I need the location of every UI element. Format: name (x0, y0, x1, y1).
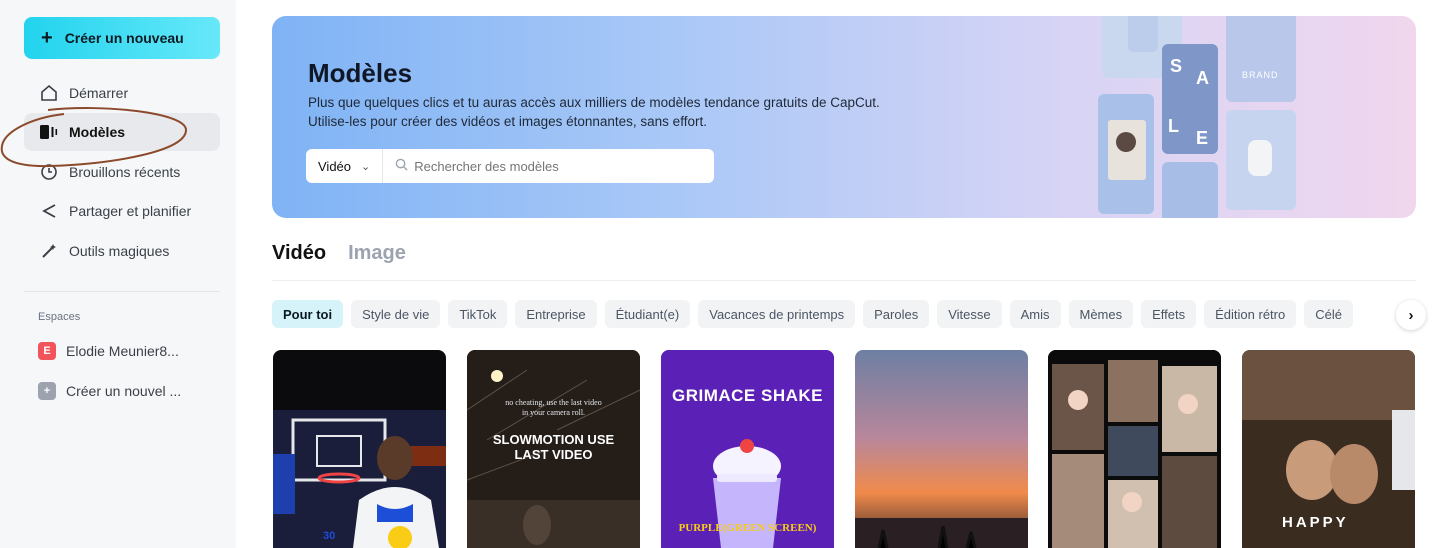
chevron-down-icon: ⌄ (361, 160, 371, 173)
sunset-beach-image (855, 350, 1028, 548)
template-thumbnail-collage[interactable] (1048, 350, 1221, 548)
sidebar-item-share-schedule[interactable]: Partager et planifier (24, 192, 220, 230)
thumbnail-small-caption: no cheating, use the last video in your … (505, 398, 602, 417)
sidebar-item-templates[interactable]: Modèles (24, 113, 220, 151)
home-icon (39, 83, 59, 103)
search-bar: Vidéo ⌄ (306, 149, 714, 183)
space-label: Créer un nouvel ... (66, 383, 182, 399)
template-thumbnail-basketball[interactable]: 30 (273, 350, 446, 548)
thumbnail-bottom-caption: PURPLE(GREEN SCREEN) (678, 522, 817, 534)
deco-card (1098, 94, 1154, 214)
basketball-player-image (273, 410, 446, 548)
template-thumbnail-sunset[interactable] (855, 350, 1028, 548)
chip-tiktok[interactable]: TikTok (448, 300, 508, 328)
sidebar-divider (24, 291, 220, 292)
deco-letter: E (1196, 128, 1209, 148)
grimace-shake-image (661, 350, 834, 548)
sidebar-item-label: Outils magiques (69, 243, 170, 259)
page-title: Modèles (308, 58, 413, 88)
space-item-elodie[interactable]: E Elodie Meunier8... (38, 340, 179, 362)
deco-card (1226, 110, 1296, 210)
hero-banner: Modèles Plus que quelques clics et tu au… (272, 16, 1416, 218)
templates-icon (39, 122, 59, 142)
sidebar-item-label: Modèles (69, 124, 126, 140)
chip-entreprise[interactable]: Entreprise (515, 300, 597, 328)
deco-card (1162, 162, 1218, 218)
share-icon (39, 201, 59, 221)
hero-subtitle: Plus que quelques clics et tu auras accè… (308, 93, 1068, 131)
create-new-label: Créer un nouveau (64, 30, 184, 46)
sidebar: + Créer un nouveau Démarrer Modèles Brou… (0, 0, 236, 548)
chip-style-de-vie[interactable]: Style de vie (351, 300, 441, 328)
deco-card-sale: S A L E (1162, 44, 1218, 154)
space-item-create-new[interactable]: + Créer un nouvel ... (38, 380, 181, 402)
thumbnail-caption: GRIMACE SHAKE (671, 386, 823, 405)
plus-icon: + (41, 27, 53, 49)
magic-wand-icon (39, 241, 59, 261)
category-chips: Pour toi Style de vie TikTok Entreprise … (272, 300, 1392, 330)
template-thumbnail-slowmotion[interactable]: no cheating, use the last video in your … (467, 350, 640, 548)
clock-icon (39, 162, 59, 182)
search-type-value: Vidéo (318, 158, 352, 174)
chip-effets[interactable]: Effets (1141, 300, 1197, 328)
template-thumbnail-grimace[interactable]: GRIMACE SHAKE PURPLE(GREEN SCREEN) (661, 350, 834, 548)
thumbnail-caption: HAPPY (1282, 514, 1349, 531)
media-tabs: Vidéo Image (272, 242, 406, 265)
chip-amis[interactable]: Amis (1009, 300, 1061, 328)
sidebar-item-magic-tools[interactable]: Outils magiques (24, 232, 220, 270)
deco-card (1128, 16, 1158, 52)
sidebar-item-label: Démarrer (69, 85, 129, 101)
search-type-dropdown[interactable]: Vidéo ⌄ (306, 149, 384, 183)
photo-collage-image (1048, 350, 1221, 548)
search-icon (395, 158, 408, 174)
sidebar-item-start[interactable]: Démarrer (24, 74, 220, 112)
deco-letter: S (1170, 56, 1183, 76)
space-avatar: E (38, 342, 56, 360)
tabs-divider (272, 280, 1416, 281)
sidebar-item-recent-drafts[interactable]: Brouillons récents (24, 153, 220, 191)
sidebar-item-label: Brouillons récents (69, 164, 181, 180)
chip-etudiant[interactable]: Étudiant(e) (604, 300, 691, 328)
chip-edition-retro[interactable]: Édition rétro (1204, 300, 1297, 328)
deco-letter: A (1196, 68, 1209, 88)
tab-video[interactable]: Vidéo (272, 242, 326, 265)
space-label: Elodie Meunier8... (66, 343, 179, 359)
chip-pour-toi[interactable]: Pour toi (272, 300, 344, 328)
spaces-label: Espaces (38, 311, 81, 323)
tab-image[interactable]: Image (348, 242, 406, 265)
create-new-button[interactable]: + Créer un nouveau (24, 17, 220, 59)
chip-memes[interactable]: Mèmes (1068, 300, 1134, 328)
chevron-right-icon[interactable]: › (1396, 300, 1426, 330)
search-input[interactable] (408, 149, 714, 183)
hero-subtitle-line-2: Utilise-les pour créer des vidéos et ima… (308, 114, 707, 129)
deco-letter: L (1168, 116, 1179, 136)
chip-paroles[interactable]: Paroles (863, 300, 930, 328)
hero-subtitle-line-1: Plus que quelques clics et tu auras accè… (308, 95, 880, 110)
template-thumbnail-happy[interactable]: HAPPY (1242, 350, 1415, 548)
sidebar-item-label: Partager et planifier (69, 203, 192, 219)
deco-text: BRAND (1242, 70, 1279, 80)
chip-vacances-de-printemps[interactable]: Vacances de printemps (698, 300, 856, 328)
plus-icon: + (38, 382, 56, 400)
jersey-number: 30 (323, 530, 336, 542)
chip-celebration[interactable]: Célé (1304, 300, 1353, 328)
thumbnail-caption: SLOWMOTION USE LAST VIDEO (492, 432, 615, 462)
chip-vitesse[interactable]: Vitesse (937, 300, 1002, 328)
deco-card-brand: BRAND (1226, 16, 1296, 102)
